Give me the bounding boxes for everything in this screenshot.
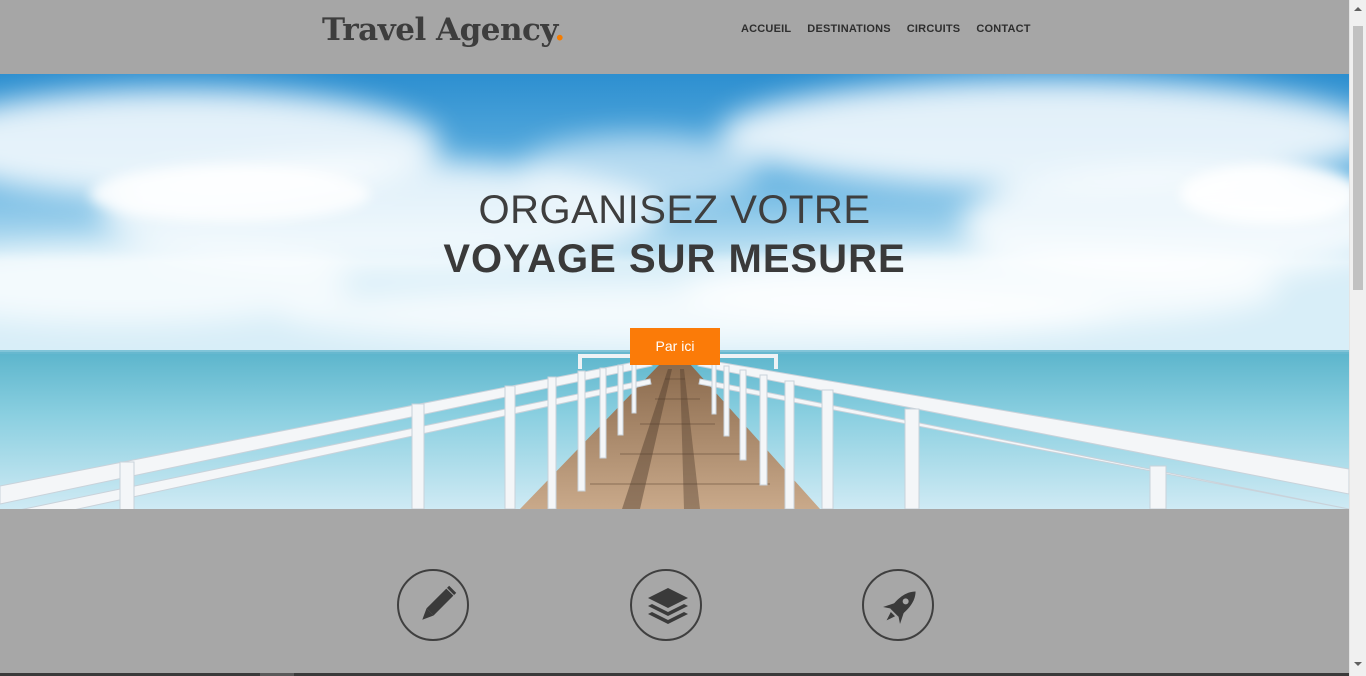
hero-section: ORGANISEZ VOTRE VOYAGE SUR MESURE Par ic… [0,74,1349,509]
main-nav: ACCUEIL DESTINATIONS CIRCUITS CONTACT [741,22,1031,36]
logo-dot: . [554,12,565,48]
nav-item-destinations[interactable]: DESTINATIONS [807,22,890,36]
scrollbar-thumb[interactable] [1353,26,1363,290]
features-section [0,509,1349,676]
nav-item-circuits[interactable]: CIRCUITS [907,22,961,36]
hero-background-image [0,74,1349,509]
nav-item-contact[interactable]: CONTACT [976,22,1030,36]
site-logo[interactable]: Travel Agency. [322,10,565,50]
page: Travel Agency. ACCUEIL DESTINATIONS CIRC… [0,0,1366,676]
pencil-icon [397,569,469,641]
logo-text: Travel Agency [322,12,555,48]
hero-heading-line2: VOYAGE SUR MESURE [443,237,906,281]
scroll-down-arrow-icon[interactable] [1354,662,1362,666]
hero-heading-line1: ORGANISEZ VOTRE [478,188,871,232]
site-header: Travel Agency. ACCUEIL DESTINATIONS CIRC… [0,0,1349,74]
rocket-icon [862,569,934,641]
scroll-up-arrow-icon[interactable] [1354,7,1362,11]
nav-item-accueil[interactable]: ACCUEIL [741,22,791,36]
par-ici-button[interactable]: Par ici [630,328,720,365]
layers-icon [630,569,702,641]
vertical-scrollbar[interactable] [1349,0,1366,676]
